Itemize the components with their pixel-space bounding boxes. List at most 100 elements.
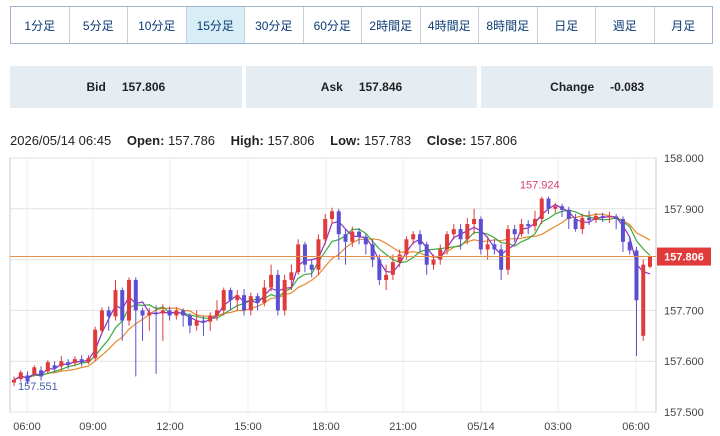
candle-body xyxy=(52,365,57,369)
candle-body xyxy=(181,310,186,316)
bid-label: Bid xyxy=(86,80,106,94)
candle-body xyxy=(214,310,219,316)
ohlc-datetime: 2026/05/14 06:45 xyxy=(10,133,112,148)
tab-5[interactable]: 60分足 xyxy=(303,7,362,43)
candle-body xyxy=(66,362,71,365)
candle-body xyxy=(600,215,605,217)
candle-body xyxy=(18,372,23,379)
candle-body xyxy=(363,236,368,245)
timeframe-tabs: 1分足 5分足 10分足 15分足 30分足 60分足 2時間足 4時間足 8時間足 日足 週足 月足 xyxy=(10,6,713,44)
candle-body xyxy=(269,274,274,288)
candle-body xyxy=(147,312,152,316)
tab-6[interactable]: 2時間足 xyxy=(362,7,421,43)
candle-body xyxy=(614,216,619,219)
plot-area xyxy=(9,157,657,413)
candle-body xyxy=(357,231,362,237)
candle-body xyxy=(160,310,165,314)
tab-3[interactable]: 15分足 xyxy=(186,7,245,43)
candle-body xyxy=(485,244,490,250)
candle-body xyxy=(627,241,632,251)
candle-body xyxy=(323,218,328,240)
y-tick-label: 158.000 xyxy=(664,153,704,165)
candle-body xyxy=(526,224,531,227)
candle-body xyxy=(45,362,50,372)
candle-body xyxy=(641,264,646,336)
candle-body xyxy=(93,329,98,359)
low-value: 157.783 xyxy=(364,133,412,148)
candle-body xyxy=(248,296,253,311)
candle-body xyxy=(593,215,598,220)
candle-body xyxy=(512,229,517,235)
tab-1[interactable]: 5分足 xyxy=(69,7,128,43)
tab-4[interactable]: 30分足 xyxy=(245,7,304,43)
open-value: 157.786 xyxy=(168,133,216,148)
candle-body xyxy=(620,218,625,242)
x-tick-label: 09:00 xyxy=(79,421,107,433)
candle-body xyxy=(438,249,443,260)
tab-0[interactable]: 1分足 xyxy=(11,7,70,43)
candle-body xyxy=(235,295,240,301)
candle-body xyxy=(309,264,314,270)
open-label: Open: xyxy=(126,133,165,148)
x-tick-label: 06:00 xyxy=(622,421,650,433)
candle-body xyxy=(154,312,159,314)
close-value: 157.806 xyxy=(470,133,518,148)
candle-body xyxy=(242,295,247,311)
candle-body xyxy=(607,216,612,218)
candle-body xyxy=(140,310,145,316)
candle-body xyxy=(390,262,395,275)
current-price-label: 157.806 xyxy=(664,252,704,264)
candle-body xyxy=(255,296,260,303)
candle-body xyxy=(648,256,652,267)
candle-body xyxy=(336,211,341,235)
x-tick-label: 06:00 xyxy=(13,421,41,433)
tab-10[interactable]: 週足 xyxy=(596,7,655,43)
candle-body xyxy=(228,290,233,301)
x-tick-label: 18:00 xyxy=(312,421,340,433)
change-label: Change xyxy=(550,80,595,94)
candle-body xyxy=(458,229,463,240)
candle-body xyxy=(553,206,558,209)
candle-body xyxy=(397,254,402,263)
tab-9[interactable]: 日足 xyxy=(537,7,596,43)
candle-body xyxy=(451,229,456,235)
candle-body xyxy=(499,249,504,270)
candle-body xyxy=(560,206,565,210)
x-tick-label: 12:00 xyxy=(156,421,184,433)
candle-body xyxy=(404,239,409,255)
candle-body xyxy=(587,217,592,220)
price-chart[interactable]: 158.000157.900157.800157.700157.600157.5… xyxy=(0,152,720,436)
candle-body xyxy=(370,244,375,260)
candle-body xyxy=(566,209,571,219)
candle-body xyxy=(133,279,138,311)
candle-body xyxy=(106,310,111,317)
candle-body xyxy=(350,231,355,242)
y-tick-label: 157.500 xyxy=(664,407,704,419)
candle-body xyxy=(174,310,179,316)
high-value: 157.806 xyxy=(267,133,315,148)
ask-label: Ask xyxy=(320,80,343,94)
y-tick-label: 157.700 xyxy=(664,305,704,317)
x-tick-label: 21:00 xyxy=(389,421,417,433)
candle-body xyxy=(12,379,16,383)
tab-7[interactable]: 4時間足 xyxy=(420,7,479,43)
candle-body xyxy=(505,229,510,270)
x-tick-label: 05/14 xyxy=(467,421,495,433)
candle-body xyxy=(445,234,450,250)
tab-8[interactable]: 8時間足 xyxy=(479,7,538,43)
candle-body xyxy=(79,359,84,363)
candle-body xyxy=(113,290,118,317)
candle-body xyxy=(167,310,172,316)
tab-2[interactable]: 10分足 xyxy=(128,7,187,43)
candle-body xyxy=(86,358,91,363)
candle-body xyxy=(377,259,382,280)
low-label: Low: xyxy=(330,133,361,148)
y-tick-label: 157.600 xyxy=(664,356,704,368)
candle-body xyxy=(330,211,334,219)
tab-11[interactable]: 月足 xyxy=(654,7,712,43)
x-tick-label: 03:00 xyxy=(544,421,572,433)
candle-body xyxy=(275,274,280,311)
candle-body xyxy=(343,234,348,242)
candle-body xyxy=(39,370,44,377)
candle-body xyxy=(127,279,132,321)
